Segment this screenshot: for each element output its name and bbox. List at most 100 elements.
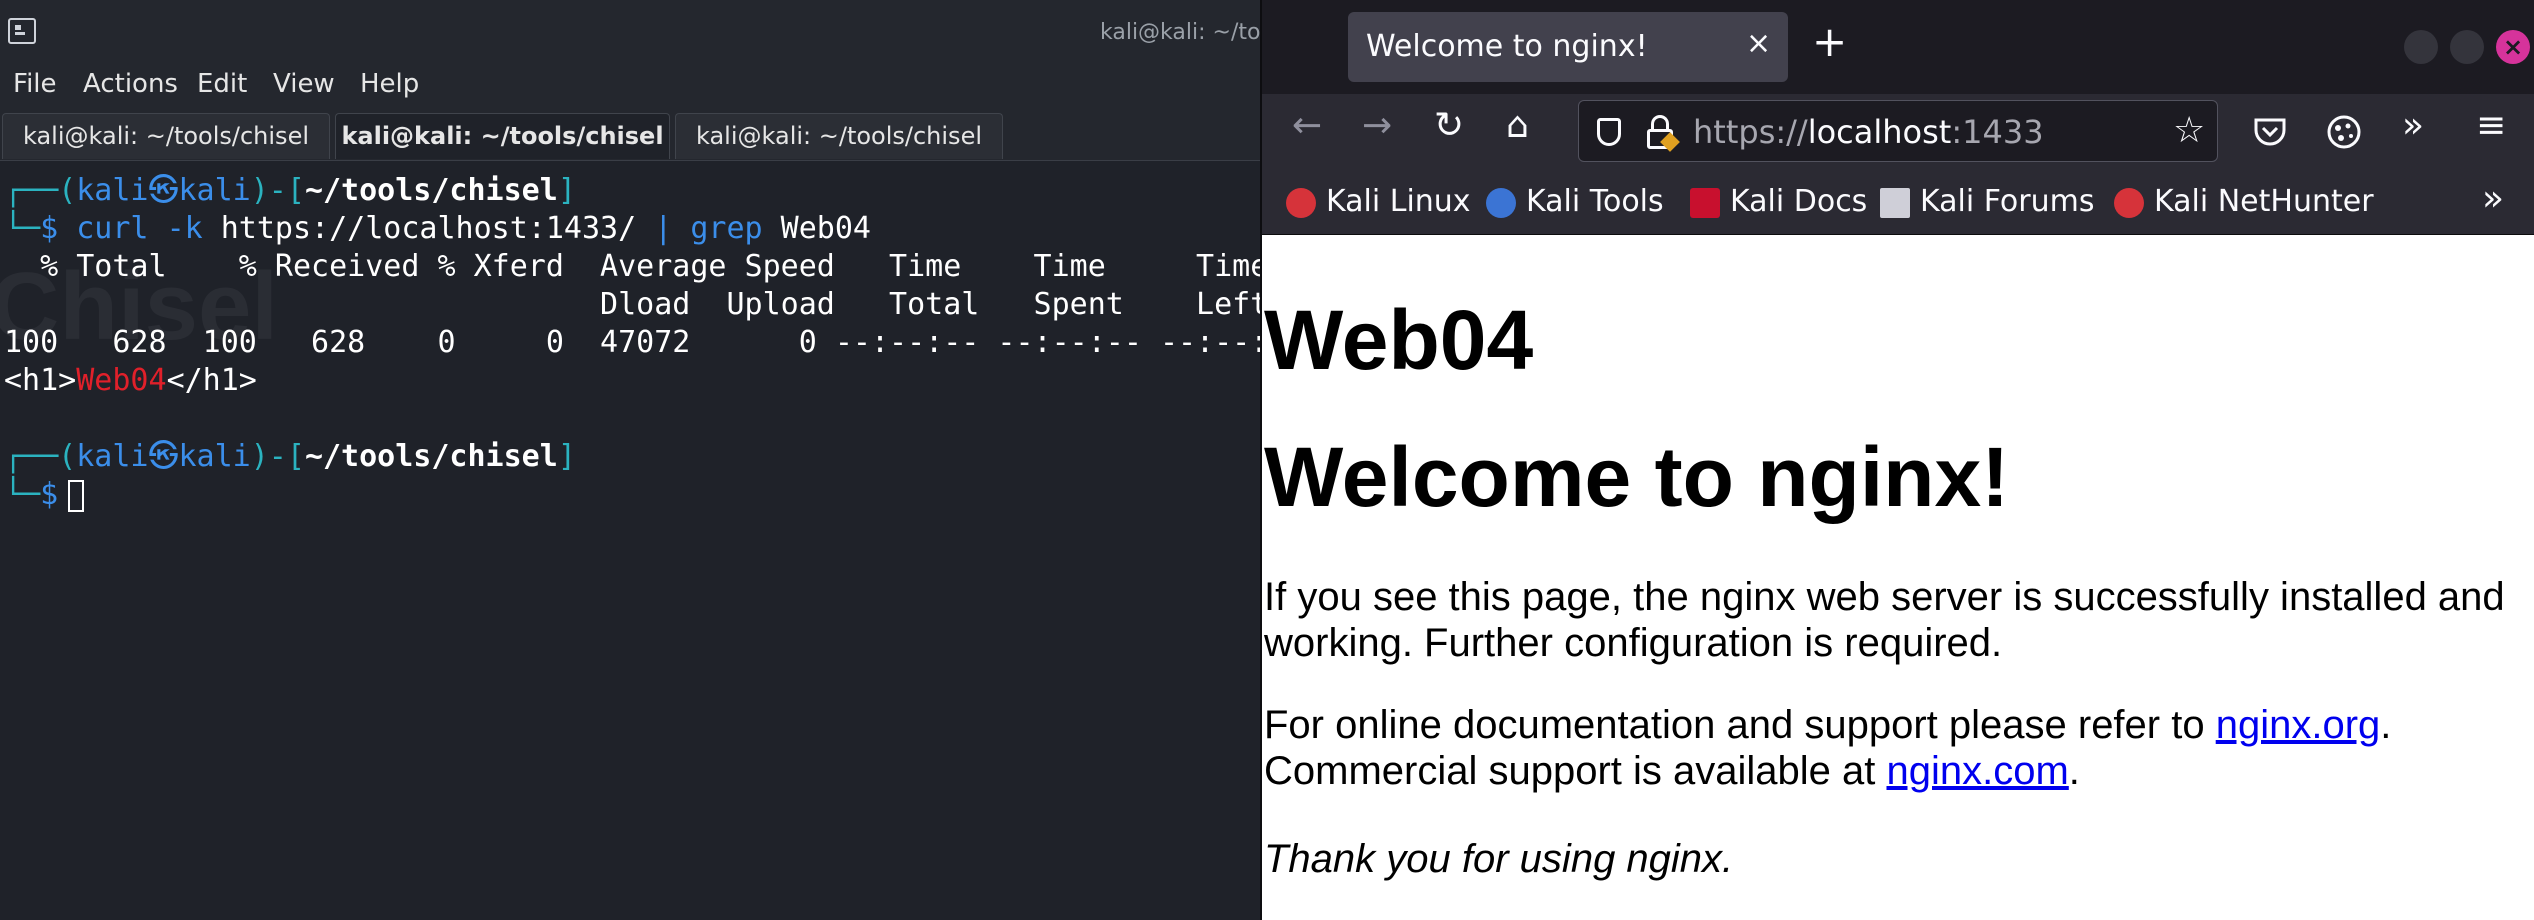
- url-scheme: https://: [1693, 113, 1808, 151]
- bookmark-label: Kali Linux: [1326, 184, 1471, 219]
- browser-tab-title: Welcome to nginx!: [1366, 29, 1648, 64]
- maximize-button[interactable]: [2450, 30, 2484, 64]
- cmd-pipe: |: [654, 211, 673, 246]
- bookmark-kali-docs[interactable]: Kali Docs: [1690, 184, 1880, 220]
- menu-help[interactable]: Help: [360, 69, 419, 99]
- url-host: localhost: [1807, 113, 1952, 151]
- browser-window: Welcome to nginx! × + × ← → ↻ ⌂ https://…: [1260, 0, 2534, 920]
- tracking-protection-shield-icon[interactable]: [1597, 118, 1621, 146]
- close-window-button[interactable]: ×: [2496, 30, 2530, 64]
- commercial-period: .: [2068, 749, 2080, 793]
- insecure-lock-icon[interactable]: [1643, 115, 1680, 152]
- prompt-symbol: $: [40, 211, 59, 246]
- menu-file[interactable]: File: [13, 69, 57, 99]
- prompt-symbol: $: [40, 477, 59, 512]
- prompt-line: ┌──(kali㉿kali)-[~/tools/chisel]: [4, 438, 576, 476]
- kali-tools-icon: [1486, 188, 1516, 218]
- minimize-button[interactable]: [2404, 30, 2438, 64]
- bookmark-label: Kali Forums: [1920, 184, 2095, 219]
- page-content: Web04 Welcome to nginx! If you see this …: [1262, 236, 2534, 920]
- terminal-app-icon[interactable]: [8, 18, 36, 44]
- reload-button[interactable]: ↻: [1434, 106, 1464, 146]
- terminal-tab-2[interactable]: kali@kali: ~/tools/chisel: [335, 113, 670, 159]
- page-heading-host: Web04: [1264, 293, 1534, 387]
- active-prompt-line[interactable]: └─$: [4, 476, 85, 514]
- terminal-titlebar[interactable]: kali@kali: ~/too: [0, 0, 1260, 63]
- back-button[interactable]: ←: [1292, 106, 1322, 146]
- menu-view[interactable]: View: [273, 69, 335, 99]
- overflow-chevron-icon[interactable]: »: [2402, 106, 2424, 146]
- curl-progress: 100 628 100 628 0 0 47072 0 --:--:-- --:…: [4, 325, 1260, 360]
- curl-header-2: Dload Upload Total Spent Left Speed: [4, 287, 1260, 322]
- url-bar[interactable]: https://localhost:1433 ☆: [1578, 100, 2218, 162]
- url-text[interactable]: https://localhost:1433: [1693, 113, 2044, 151]
- close-tab-icon[interactable]: ×: [1746, 26, 1771, 61]
- hamburger-menu-icon[interactable]: ≡: [2476, 106, 2506, 146]
- bookmark-kali-tools[interactable]: Kali Tools: [1486, 184, 1686, 220]
- menu-edit[interactable]: Edit: [197, 69, 247, 99]
- browser-tab-active[interactable]: Welcome to nginx! ×: [1348, 12, 1788, 82]
- bookmark-label: Kali NetHunter: [2154, 184, 2374, 219]
- cmd-curl: curl: [76, 211, 149, 246]
- terminal-cursor: [68, 479, 85, 512]
- match-close-tag: </h1>: [166, 363, 257, 398]
- docs-period: .: [2380, 703, 2392, 747]
- bookmark-kali-nethunter[interactable]: Kali NetHunter: [2114, 184, 2394, 220]
- cmd-flag: -k: [166, 211, 203, 246]
- commercial-text: Commercial support is available at: [1264, 749, 1887, 793]
- kali-docs-icon: [1690, 188, 1720, 218]
- grep-match-line: <h1>Web04</h1>: [4, 362, 257, 400]
- terminal-tab-3[interactable]: kali@kali: ~/tools/chisel: [675, 113, 1003, 159]
- terminal-tab-1[interactable]: kali@kali: ~/tools/chisel: [2, 113, 330, 159]
- new-tab-button[interactable]: +: [1812, 20, 1847, 64]
- page-paragraph-intro: If you see this page, the nginx web serv…: [1264, 575, 2505, 665]
- terminal-tab-bar: kali@kali: ~/tools/chisel kali@kali: ~/t…: [0, 108, 1260, 161]
- home-button[interactable]: ⌂: [1506, 106, 1529, 146]
- command-line: └─$ curl -k https://localhost:1433/ | gr…: [4, 210, 871, 248]
- bookmark-kali-linux[interactable]: Kali Linux: [1286, 184, 1486, 220]
- page-paragraph-docs: For online documentation and support ple…: [1264, 702, 2524, 794]
- bookmark-kali-forums[interactable]: Kali Forums: [1880, 184, 2110, 220]
- bookmark-label: Kali Tools: [1526, 184, 1664, 219]
- menu-actions[interactable]: Actions: [83, 69, 178, 99]
- prompt-line: ┌──(kali㉿kali)-[~/tools/chisel]: [4, 172, 576, 210]
- bookmarks-toolbar: Kali Linux Kali Tools Kali Docs Kali For…: [1262, 170, 2534, 235]
- prompt-open: ┌──(: [4, 439, 77, 474]
- terminal-output[interactable]: Chisel ┌──(kali㉿kali)-[~/tools/chisel] └…: [0, 162, 1260, 920]
- page-heading-welcome: Welcome to nginx!: [1264, 430, 2010, 524]
- page-paragraph-thanks: Thank you for using nginx.: [1264, 837, 1734, 881]
- url-port: :1433: [1951, 113, 2044, 151]
- terminal-window: kali@kali: ~/too File Actions Edit View …: [0, 0, 1260, 920]
- match-open-tag: <h1>: [4, 363, 77, 398]
- prompt-user-host: kali㉿kali: [76, 439, 251, 474]
- browser-navigation-bar: ← → ↻ ⌂ https://localhost:1433 ☆ » ≡: [1262, 94, 2534, 170]
- prompt-mid: )-[: [250, 173, 305, 208]
- nginx-com-link[interactable]: nginx.com: [1886, 749, 2068, 793]
- cmd-pattern: Web04: [780, 211, 871, 246]
- bookmarks-overflow-chevron-icon[interactable]: »: [2482, 178, 2504, 219]
- kali-linux-icon: [1286, 188, 1316, 218]
- curl-header-1: % Total % Received % Xferd Average Speed…: [40, 249, 1260, 284]
- prompt-mid: )-[: [250, 439, 305, 474]
- prompt-cwd: ~/tools/chisel: [304, 173, 558, 208]
- cmd-grep: grep: [690, 211, 763, 246]
- pocket-icon[interactable]: [2252, 114, 2288, 150]
- extensions-icon[interactable]: [2324, 112, 2364, 152]
- prompt-user-host: kali㉿kali: [76, 173, 251, 208]
- forward-button[interactable]: →: [1362, 106, 1392, 146]
- docs-text: For online documentation and support ple…: [1264, 703, 2216, 747]
- prompt-close: ]: [557, 439, 576, 474]
- prompt-prefix: └─: [4, 211, 41, 246]
- prompt-prefix: └─: [4, 477, 41, 512]
- terminal-menubar: File Actions Edit View Help: [0, 63, 1260, 108]
- terminal-window-title: kali@kali: ~/too: [1100, 20, 1260, 45]
- kali-nethunter-icon: [2114, 188, 2144, 218]
- prompt-close: ]: [557, 173, 576, 208]
- prompt-cwd: ~/tools/chisel: [304, 439, 558, 474]
- bookmark-star-icon[interactable]: ☆: [2173, 111, 2205, 151]
- cmd-url: https://localhost:1433/: [220, 211, 637, 246]
- browser-tab-strip: Welcome to nginx! × + ×: [1262, 0, 2534, 94]
- nginx-org-link[interactable]: nginx.org: [2216, 703, 2381, 747]
- match-highlight: Web04: [76, 363, 167, 398]
- prompt-open: ┌──(: [4, 173, 77, 208]
